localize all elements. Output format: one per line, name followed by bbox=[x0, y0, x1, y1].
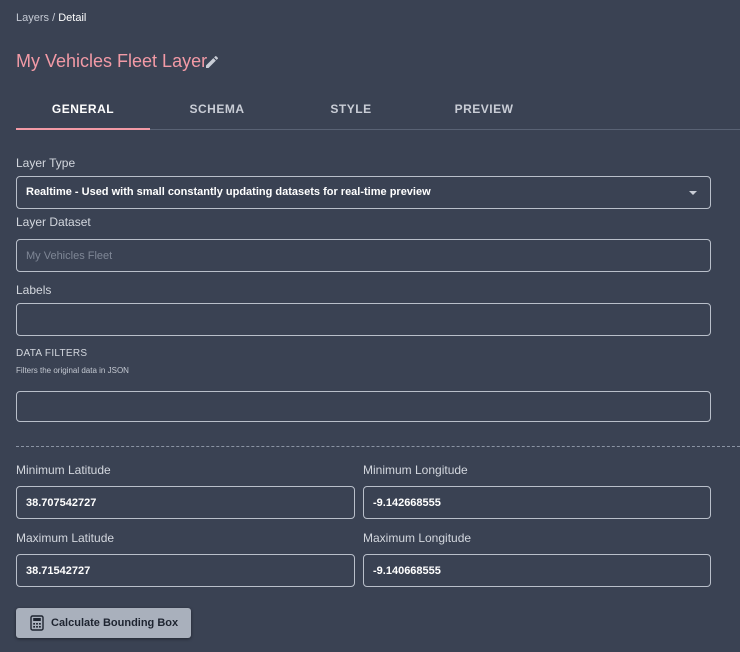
breadcrumb-current: Detail bbox=[58, 12, 87, 24]
layer-type-value: Realtime - Used with small constantly up… bbox=[26, 186, 431, 198]
tab-style[interactable]: STYLE bbox=[284, 91, 418, 128]
breadcrumb-separator: / bbox=[49, 12, 59, 24]
calculate-bounding-box-label: Calculate Bounding Box bbox=[51, 617, 179, 629]
tab-general[interactable]: GENERAL bbox=[16, 91, 150, 130]
data-filters-input[interactable] bbox=[16, 391, 711, 422]
labels-label: Labels bbox=[16, 283, 52, 297]
max-longitude-input[interactable] bbox=[363, 554, 711, 587]
min-latitude-input[interactable] bbox=[16, 486, 355, 519]
calculate-bounding-box-button[interactable]: Calculate Bounding Box bbox=[16, 608, 191, 638]
tab-preview[interactable]: PREVIEW bbox=[417, 91, 551, 128]
section-divider bbox=[16, 446, 740, 447]
layer-type-select[interactable]: Realtime - Used with small constantly up… bbox=[16, 176, 711, 209]
min-latitude-label: Minimum Latitude bbox=[16, 463, 111, 477]
min-longitude-label: Minimum Longitude bbox=[363, 463, 468, 477]
layer-type-label: Layer Type bbox=[16, 156, 76, 170]
max-latitude-input[interactable] bbox=[16, 554, 355, 587]
labels-input[interactable] bbox=[16, 303, 711, 336]
breadcrumb-layers-link[interactable]: Layers bbox=[16, 12, 49, 24]
max-longitude-label: Maximum Longitude bbox=[363, 531, 472, 545]
page-title: My Vehicles Fleet Layer bbox=[16, 51, 208, 71]
data-filters-hint: Filters the original data in JSON bbox=[16, 366, 129, 375]
data-filters-label: DATA FILTERS bbox=[16, 348, 88, 359]
layer-dataset-label: Layer Dataset bbox=[16, 215, 91, 229]
dropdown-arrow-icon bbox=[689, 191, 697, 195]
tab-schema[interactable]: SCHEMA bbox=[150, 91, 284, 128]
min-longitude-input[interactable] bbox=[363, 486, 711, 519]
pencil-icon[interactable] bbox=[204, 54, 220, 70]
layer-dataset-input[interactable] bbox=[16, 239, 711, 272]
breadcrumb: Layers / Detail bbox=[16, 12, 86, 24]
max-latitude-label: Maximum Latitude bbox=[16, 531, 115, 545]
calculator-icon bbox=[30, 615, 44, 631]
tab-bar: GENERAL SCHEMA STYLE PREVIEW bbox=[16, 91, 740, 130]
